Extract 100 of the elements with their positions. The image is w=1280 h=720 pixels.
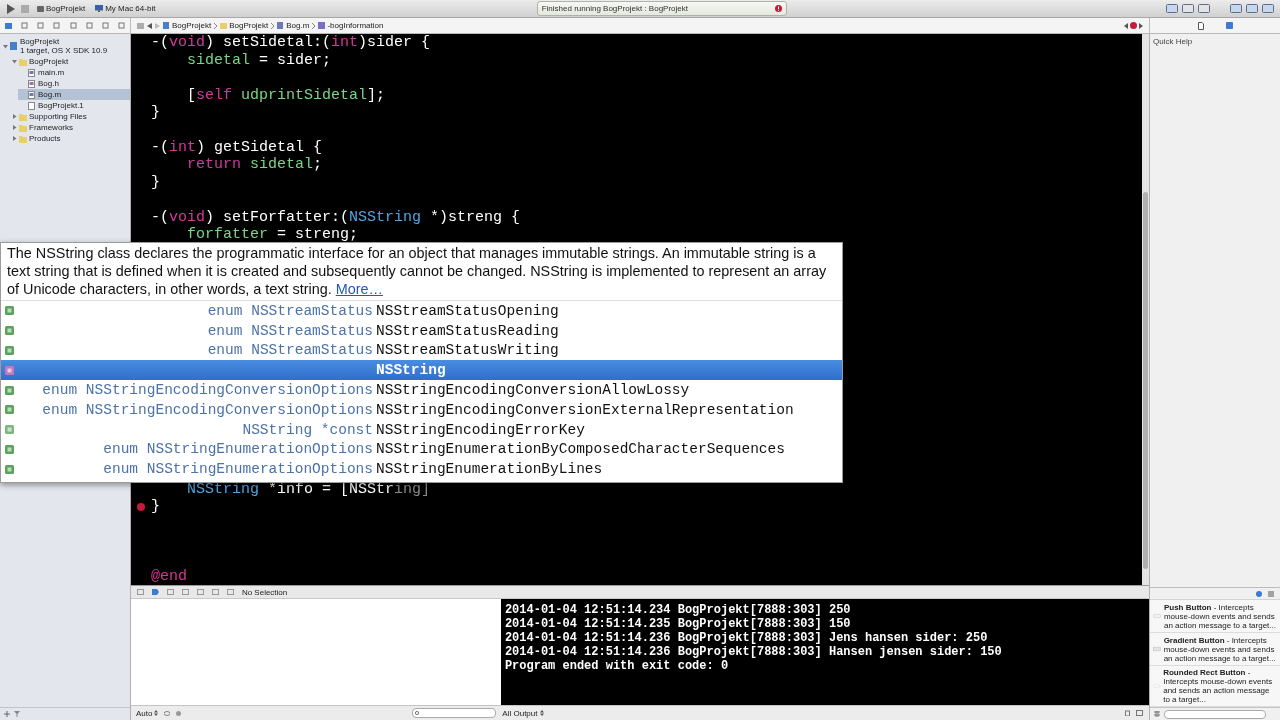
symbol-icon: [5, 405, 14, 415]
previous-issue-icon[interactable]: [1124, 22, 1128, 29]
tree-item[interactable]: main.m: [18, 67, 130, 78]
folder-icon: [220, 22, 228, 29]
symbol-icon: [5, 326, 14, 336]
quick-help-icon[interactable]: [1225, 22, 1233, 29]
tree-item[interactable]: BogProjekt: [9, 56, 130, 67]
console-line: 2014-01-04 12:51:14.236 BogProjekt[7888:303] Jens hansen sider: 250: [504, 631, 989, 645]
file-icon: [277, 22, 285, 29]
chevron-icon: [312, 22, 316, 29]
library-item[interactable]: Gradient Button - Intercepts mouse-down events and sends an action message to a target...: [1150, 633, 1280, 666]
code-line: @end: [150, 567, 187, 585]
tree-item[interactable]: Bog.m: [18, 89, 130, 100]
symbol-name: NSStreamStatusWriting: [376, 342, 559, 359]
symbol-type: enum NSStringEnumerationOptions: [102, 441, 374, 458]
code-line: sidetal = sider;: [185, 51, 331, 69]
symbol-name: NSStringEnumerationByLines: [376, 461, 603, 478]
disclosure-triangle-icon[interactable]: [12, 59, 17, 64]
jump-bar-item[interactable]: -bogInformation: [318, 21, 384, 30]
code-line: }: [150, 103, 160, 121]
symbol-name: NSString: [376, 362, 446, 379]
file-icon: [28, 79, 36, 88]
tree-item[interactable]: Bog.h: [18, 78, 130, 89]
grid-icon[interactable]: [1154, 711, 1161, 717]
code-line: -(void) setSidetal:(int)sider {: [150, 34, 430, 52]
completion-item[interactable]: enum NSStreamStatus NSStreamStatusOpening: [1, 301, 842, 321]
symbol-type: enum NSStringEncodingConversionOptions: [41, 382, 374, 399]
symbol-type: NSString *const: [241, 421, 374, 438]
project-icon: [10, 42, 18, 50]
completion-item[interactable]: enum NSStreamStatus NSStreamStatusReading: [1, 320, 842, 341]
jump-bar-item[interactable]: BogProjekt: [220, 21, 269, 30]
symbol-name: NSStringEncodingConversionAllowLossy: [376, 382, 690, 399]
code-line: -(void) setForfatter:(NSString *)streng {: [150, 208, 520, 226]
filter-icon[interactable]: [14, 711, 20, 717]
monitor-icon: [95, 5, 104, 12]
add-icon[interactable]: [4, 711, 10, 717]
library-item[interactable]: Rounded Rect Button - Intercepts mouse-down events and sends an action message to a target...: [1150, 666, 1280, 707]
next-issue-icon[interactable]: [1139, 22, 1143, 29]
app-icon: [37, 5, 44, 12]
error-marker-icon[interactable]: [136, 502, 145, 511]
method-icon: [318, 22, 326, 29]
symbol-type: enum NSStreamStatus: [206, 302, 374, 319]
document-icon: [28, 101, 36, 110]
disclosure-triangle-icon[interactable]: [12, 114, 17, 119]
scheme-button[interactable]: BogProjekt: [35, 4, 88, 13]
folder-icon[interactable]: [4, 22, 12, 29]
completion-item[interactable]: NSString *const NSStringEncodingErrorKey: [1, 419, 842, 440]
tree-item[interactable]: Frameworks: [9, 122, 130, 133]
scrollbar[interactable]: [1142, 34, 1150, 585]
chevron-icon: [214, 22, 218, 29]
completion-item[interactable]: enum NSStringEncodingConversionOptions NSStringEncodingConversionExternalRepresentation: [1, 400, 842, 420]
completion-item[interactable]: enum NSStringEncodingConversionOptions NSStringEncodingConversionAllowLossy: [1, 380, 842, 400]
library-search-field[interactable]: [1164, 709, 1267, 719]
tree-item[interactable]: Products: [9, 133, 130, 144]
code-line: }: [150, 498, 160, 516]
file-icon: [28, 68, 36, 77]
console-line: 2014-01-04 12:51:14.235 BogProjekt[7888:303] 150: [504, 617, 852, 631]
symbol-name: NSStringEnumerationByComposedCharacterSequences: [376, 441, 785, 458]
project-icon: [163, 22, 170, 29]
selection-label: No Selection: [241, 587, 288, 597]
more-link[interactable]: More…: [335, 281, 383, 297]
tree-item[interactable]: BogProjekt 1 target, OS X SDK 10.9: [0, 36, 130, 56]
object-library-icon[interactable]: [1256, 590, 1262, 597]
stop-icon[interactable]: [21, 4, 29, 13]
symbol-type: enum NSStreamStatus: [206, 342, 374, 359]
eye-icon[interactable]: [164, 710, 171, 716]
class-symbol-icon: [5, 365, 14, 375]
jump-bar-item[interactable]: Bog.m: [277, 21, 310, 30]
code-line: [self udprintSidetal];: [185, 86, 385, 104]
completion-item[interactable]: enum NSStringEnumerationOptions NSStringEnumerationByLines: [1, 459, 842, 480]
error-badge-icon[interactable]: [774, 5, 782, 12]
symbol-icon: [5, 425, 14, 435]
code-line: }: [150, 173, 160, 191]
completion-item[interactable]: NSString: [1, 360, 842, 381]
destination-button[interactable]: My Mac 64-bit: [93, 4, 158, 13]
disclosure-triangle-icon[interactable]: [12, 125, 17, 130]
output-selector[interactable]: All Output: [502, 708, 544, 718]
code-line: -(int) getSidetal {: [150, 138, 322, 156]
back-icon[interactable]: [147, 22, 152, 29]
tree-item[interactable]: Supporting Files: [9, 111, 130, 122]
panel-title: Quick Help: [1152, 36, 1194, 48]
completion-item[interactable]: enum NSStringEnumerationOptions NSStringEnumerationByComposedCharacterSequences: [1, 439, 842, 460]
disclosure-triangle-icon[interactable]: [12, 136, 17, 141]
run-icon[interactable]: [6, 3, 15, 14]
file-icon: [28, 90, 36, 99]
file-inspector-icon[interactable]: [1197, 21, 1204, 30]
symbol-type: enum NSStreamStatus: [206, 322, 374, 339]
symbol-name: NSStreamStatusOpening: [376, 302, 559, 319]
breakpoints-icon[interactable]: [151, 589, 159, 595]
tree-item[interactable]: BogProjekt.1: [18, 100, 130, 111]
library-item[interactable]: Push Button - Intercepts mouse-down events and sends an action message to a target...: [1150, 600, 1280, 633]
disclosure-triangle-icon[interactable]: [3, 43, 8, 49]
symbol-name: NSStringEncodingConversionExternalRepresentation: [376, 401, 794, 418]
console-line: 2014-01-04 12:51:14.236 BogProjekt[7888:303] Hansen jensen sider: 150: [504, 645, 1003, 659]
scope-selector[interactable]: Auto: [135, 708, 159, 718]
symbol-type: enum NSStringEnumerationOptions: [102, 461, 374, 478]
issue-badge-icon[interactable]: [1130, 22, 1137, 29]
console-search-field[interactable]: [412, 708, 497, 718]
completion-item[interactable]: enum NSStreamStatus NSStreamStatusWriting: [1, 340, 842, 361]
jump-bar-item[interactable]: BogProjekt: [163, 21, 212, 30]
